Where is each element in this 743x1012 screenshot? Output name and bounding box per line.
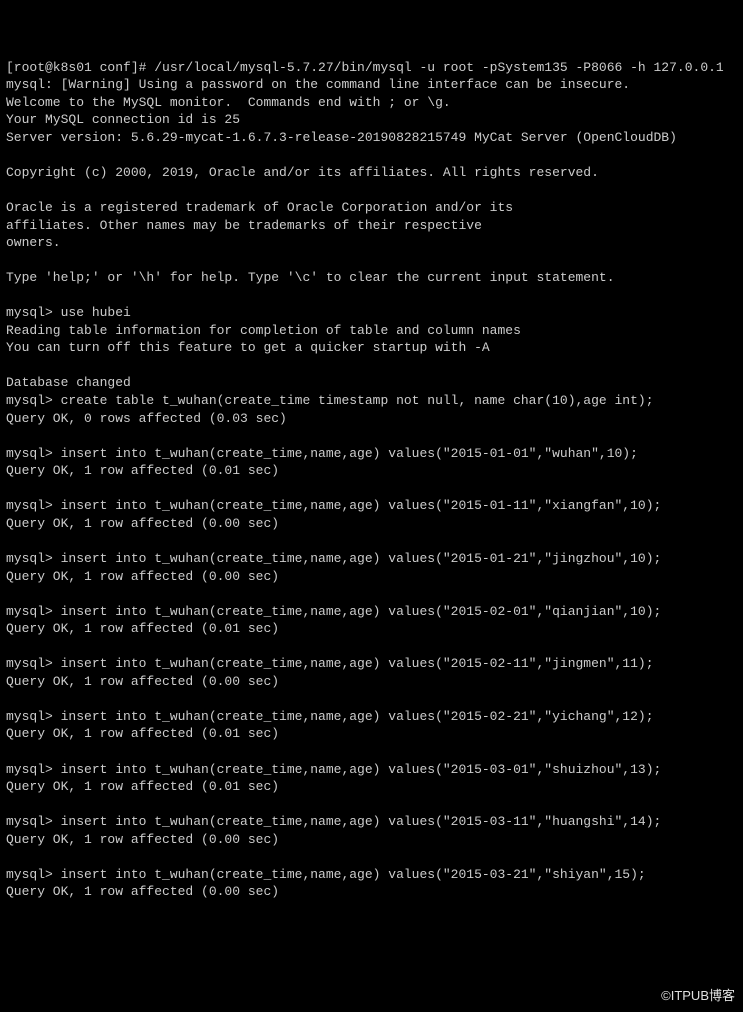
terminal-output[interactable]: [root@k8s01 conf]# /usr/local/mysql-5.7.…: [6, 59, 737, 901]
watermark-text: ©ITPUB博客: [661, 987, 735, 1005]
